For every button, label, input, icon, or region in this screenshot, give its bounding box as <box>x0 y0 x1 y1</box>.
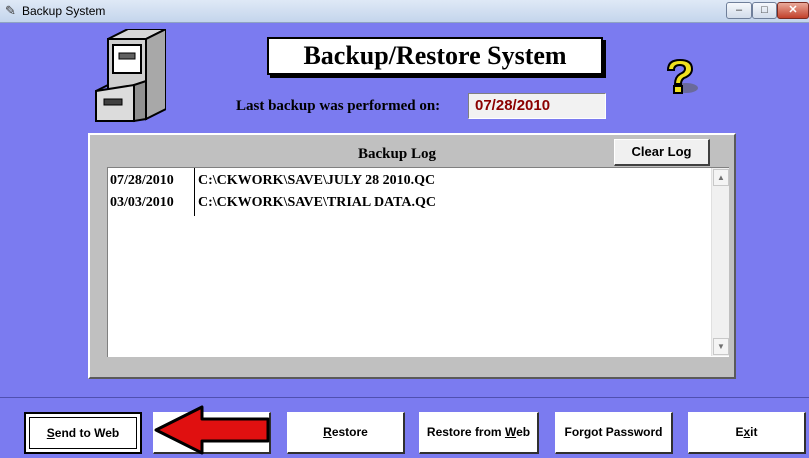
button-label: end to Web <box>54 426 120 440</box>
maximize-button[interactable]: □ <box>752 2 777 19</box>
restore-from-web-button[interactable]: Restore from Web <box>419 412 539 454</box>
list-item[interactable]: 03/03/2010 C:\CKWORK\SAVE\TRIAL DATA.QC <box>108 192 708 214</box>
backup-log-title: Backup Log <box>358 146 436 162</box>
close-button[interactable]: ✕ <box>777 2 809 19</box>
list-item[interactable]: 07/28/2010 C:\CKWORK\SAVE\JULY 28 2010.Q… <box>108 170 708 192</box>
button-label: Forgot Password <box>564 425 663 439</box>
exit-button[interactable]: Exit <box>688 412 806 454</box>
vertical-scrollbar[interactable]: ▲ ▼ <box>711 168 729 356</box>
file-cabinet-icon <box>95 29 166 123</box>
scroll-down-icon[interactable]: ▼ <box>713 338 729 355</box>
log-path: C:\CKWORK\SAVE\TRIAL DATA.QC <box>198 195 437 210</box>
title-bar: ✎ Backup System – □ ✕ <box>0 0 809 23</box>
heading-box: Backup/Restore System <box>267 37 603 75</box>
button-accesskey: R <box>323 425 332 439</box>
button-label: eb <box>516 425 531 439</box>
pencil-icon: ✎ <box>5 3 16 18</box>
button-accesskey: S <box>46 426 55 440</box>
question-mark-icon[interactable] <box>660 58 700 98</box>
button-label: it <box>750 425 758 439</box>
forgot-password-button[interactable]: Forgot Password <box>555 412 673 454</box>
clear-log-button[interactable]: Clear Log <box>614 139 710 166</box>
backup-system-window: ✎ Backup System – □ ✕ Backup/Restore Sys… <box>0 0 809 458</box>
button-accesskey: W <box>504 425 517 439</box>
scroll-up-icon[interactable]: ▲ <box>713 169 729 186</box>
button-label: Restore from <box>426 425 505 439</box>
last-backup-label: Last backup was performed on: <box>236 98 441 114</box>
divider <box>0 397 809 398</box>
backup-log-panel: Backup Log Clear Log 07/28/2010 C:\CKWOR… <box>88 133 736 379</box>
button-label: estore <box>331 425 368 439</box>
log-path: C:\CKWORK\SAVE\JULY 28 2010.QC <box>198 173 436 188</box>
send-to-web-button[interactable]: Send to Web <box>24 412 142 454</box>
last-backup-field: 07/28/2010 <box>468 93 606 119</box>
window-title: Backup System <box>22 4 106 18</box>
red-arrow-icon <box>154 405 270 455</box>
log-date: 03/03/2010 <box>110 195 174 210</box>
minimize-button[interactable]: – <box>726 2 752 19</box>
backup-log-list[interactable]: 07/28/2010 C:\CKWORK\SAVE\JULY 28 2010.Q… <box>107 167 729 357</box>
page-title: Backup/Restore System <box>303 41 567 70</box>
restore-button[interactable]: Restore <box>287 412 405 454</box>
log-date: 07/28/2010 <box>110 173 174 188</box>
